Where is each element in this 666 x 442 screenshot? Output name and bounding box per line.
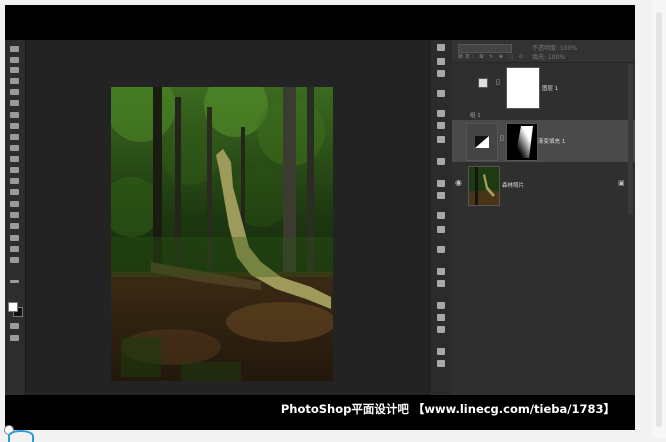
scrollbar-thumb[interactable] (656, 12, 662, 427)
layer-name[interactable]: 图层 1 (542, 84, 558, 92)
video-frame: 不透明度: 100% 锁定: ⊠ ✎ ✥ ⬚ ⊙ 填充: 100% ▯ 图层 1… (5, 5, 635, 430)
move-tool-icon[interactable] (10, 46, 19, 52)
eraser-tool-icon[interactable] (10, 156, 19, 162)
link-icon: ▯ (496, 78, 500, 86)
quick-mask-icon[interactable] (10, 323, 19, 329)
navigator-panel-icon[interactable] (437, 70, 445, 77)
color-panel-icon[interactable] (437, 212, 445, 219)
group-row[interactable]: 组 1 (452, 110, 635, 120)
history-panel-icon[interactable] (437, 44, 445, 51)
more-tools-icon[interactable] (10, 280, 19, 283)
screen-mode-icon[interactable] (10, 335, 19, 341)
timeline-panel-icon[interactable] (437, 246, 445, 253)
paragraph-panel-icon[interactable] (437, 180, 445, 187)
stamp-tool-icon[interactable] (10, 134, 19, 140)
dodge-tool-icon[interactable] (10, 189, 19, 195)
gradient-fill-icon (475, 136, 489, 148)
play-action-icon[interactable] (437, 348, 445, 355)
eyedropper-tool-icon[interactable] (10, 100, 19, 106)
loading-icon (8, 430, 34, 442)
watermark-text: PhotoShop平面设计吧 【www.linecg.com/tieba/178… (280, 402, 615, 416)
fill-field[interactable]: 填充: 100% (532, 52, 565, 61)
foreground-color-swatch[interactable] (8, 302, 18, 312)
blur-tool-icon[interactable] (10, 178, 19, 184)
layers-scrollbar[interactable] (628, 64, 633, 214)
forest-photo (111, 87, 333, 381)
tool-presets-icon[interactable] (437, 122, 445, 129)
link-icon: ▯ (500, 134, 504, 142)
properties-panel-icon[interactable] (437, 314, 445, 321)
info-panel-icon[interactable] (437, 192, 445, 199)
layer-row[interactable]: ◉ 森林照片 ▣ (452, 164, 635, 206)
layers-panel-header: 不透明度: 100% 锁定: ⊠ ✎ ✥ ⬚ ⊙ 填充: 100% (452, 40, 635, 63)
healing-brush-tool-icon[interactable] (10, 112, 19, 118)
hand-tool-icon[interactable] (10, 246, 19, 252)
marquee-tool-icon[interactable] (10, 57, 19, 63)
swatches-panel-icon[interactable] (437, 226, 445, 233)
opacity-field[interactable]: 不透明度: 100% (532, 43, 577, 52)
type-tool-icon[interactable] (10, 212, 19, 218)
group-label[interactable]: 组 1 (470, 111, 481, 119)
shape-tool-icon[interactable] (10, 235, 19, 241)
gradient-fill-thumbnail (466, 123, 498, 161)
actions-panel-icon[interactable] (437, 58, 445, 65)
paths-panel-icon[interactable] (437, 302, 445, 309)
lock-options[interactable]: 锁定: ⊠ ✎ ✥ ⬚ ⊙ (458, 53, 525, 60)
crop-tool-icon[interactable] (10, 89, 19, 95)
page-scrollbar[interactable] (652, 0, 666, 438)
lasso-tool-icon[interactable] (10, 67, 19, 73)
photoshop-workspace: 不透明度: 100% 锁定: ⊠ ✎ ✥ ⬚ ⊙ 填充: 100% ▯ 图层 1… (5, 40, 635, 395)
channels-panel-icon[interactable] (437, 280, 445, 287)
styles-panel-icon[interactable] (437, 158, 445, 165)
character-panel-icon[interactable] (437, 90, 445, 97)
layers-panel: 不透明度: 100% 锁定: ⊠ ✎ ✥ ⬚ ⊙ 填充: 100% ▯ 图层 1… (452, 40, 635, 395)
layer-thumbnail (506, 67, 540, 109)
layer-row-selected[interactable]: ▯ 渐变填充 1 (452, 120, 635, 162)
record-action-icon[interactable] (437, 360, 445, 367)
history-brush-tool-icon[interactable] (10, 145, 19, 151)
zoom-tool-icon[interactable] (10, 257, 19, 263)
lock-icon: ▣ (618, 179, 625, 187)
adjustment-layer-icon (478, 78, 488, 88)
document-canvas[interactable] (111, 87, 333, 381)
magic-wand-tool-icon[interactable] (10, 78, 19, 84)
pen-tool-icon[interactable] (10, 201, 19, 207)
layer-name[interactable]: 森林照片 (502, 181, 524, 189)
blend-mode-dropdown[interactable] (458, 44, 512, 53)
layer-mask-thumbnail (506, 123, 538, 161)
libraries-panel-icon[interactable] (437, 326, 445, 333)
panel-dock (429, 40, 452, 395)
visibility-eye-icon[interactable]: ◉ (455, 178, 462, 187)
tools-panel (5, 40, 26, 395)
brush-panel-icon[interactable] (437, 110, 445, 117)
layer-name[interactable]: 渐变填充 1 (538, 137, 565, 145)
brush-tool-icon[interactable] (10, 123, 19, 129)
layers-panel-icon[interactable] (437, 268, 445, 275)
path-selection-tool-icon[interactable] (10, 223, 19, 229)
adjustments-panel-icon[interactable] (437, 136, 445, 143)
gradient-tool-icon[interactable] (10, 167, 19, 173)
layer-row[interactable]: ▯ 图层 1 (452, 64, 635, 112)
layer-thumbnail (468, 166, 500, 206)
